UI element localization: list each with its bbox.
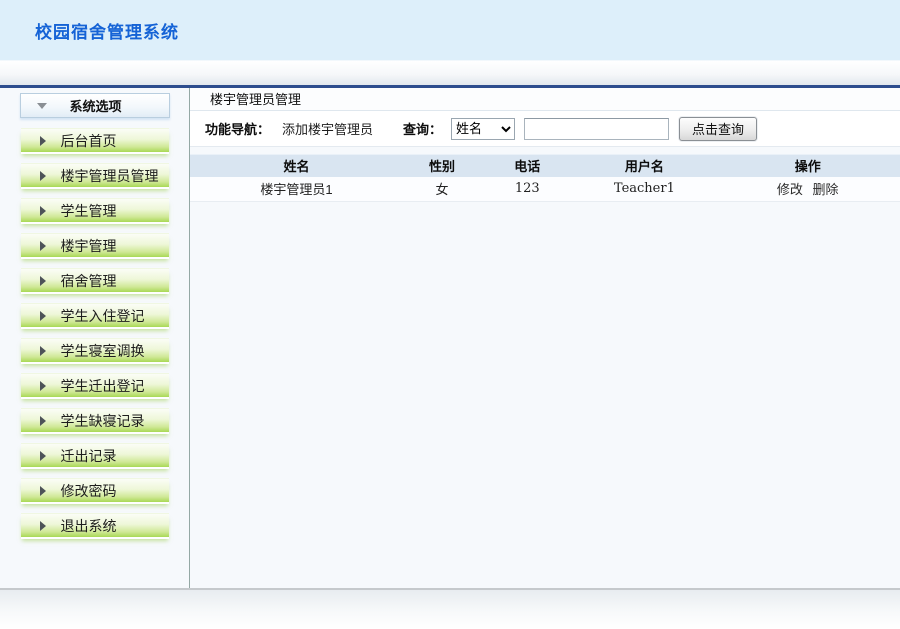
sidebar-item-student-mgmt[interactable]: 学生管理 <box>21 198 169 222</box>
column-header-username: 用户名 <box>573 155 715 177</box>
sub-header-band <box>0 60 900 85</box>
chevron-down-icon <box>37 103 47 109</box>
sidebar-header[interactable]: 系统选项 <box>20 93 170 118</box>
cell-name: 楼宇管理员1 <box>190 177 403 202</box>
sidebar-item-label: 退出系统 <box>61 516 117 536</box>
column-header-gender: 性别 <box>403 155 481 177</box>
sidebar-item-label: 学生迁出登记 <box>61 376 145 396</box>
search-input[interactable] <box>524 118 669 140</box>
search-button[interactable]: 点击查询 <box>679 117 757 141</box>
arrow-right-icon <box>40 311 46 321</box>
add-building-admin-link[interactable]: 添加楼宇管理员 <box>282 119 373 138</box>
toolbar: 功能导航： 添加楼宇管理员 查询： 姓名 点击查询 <box>190 111 900 147</box>
query-field-select[interactable]: 姓名 <box>451 118 515 140</box>
arrow-right-icon <box>40 486 46 496</box>
page: 校园宿舍管理系统 系统选项 后台首页 楼宇管理员管理 学生管 <box>0 0 900 629</box>
sidebar-item-checkin-register[interactable]: 学生入住登记 <box>21 303 169 327</box>
page-title: 楼宇管理员管理 <box>190 88 900 111</box>
column-header-actions: 操作 <box>715 155 900 177</box>
sidebar-header-label: 系统选项 <box>47 96 145 115</box>
main-panel: 楼宇管理员管理 功能导航： 添加楼宇管理员 查询： 姓名 点击查询 姓名 性别 … <box>190 88 900 588</box>
sidebar-item-label: 修改密码 <box>61 481 117 501</box>
table-row: 楼宇管理员1 女 123 Teacher1 修改 删除 <box>190 177 900 202</box>
sidebar-item-label: 宿舍管理 <box>61 271 117 291</box>
arrow-right-icon <box>40 346 46 356</box>
arrow-right-icon <box>40 206 46 216</box>
query-label: 查询： <box>403 119 442 138</box>
arrow-right-icon <box>40 241 46 251</box>
arrow-right-icon <box>40 451 46 461</box>
arrow-right-icon <box>40 171 46 181</box>
sidebar-item-absence-record[interactable]: 学生缺寝记录 <box>21 408 169 432</box>
sidebar-item-label: 后台首页 <box>61 131 117 151</box>
sidebar-menu: 后台首页 楼宇管理员管理 学生管理 楼宇管理 宿舍管理 <box>0 128 189 537</box>
function-nav-label: 功能导航： <box>205 119 270 138</box>
arrow-right-icon <box>40 136 46 146</box>
sidebar: 系统选项 后台首页 楼宇管理员管理 学生管理 楼宇管理 <box>0 88 190 588</box>
sidebar-item-label: 学生缺寝记录 <box>61 411 145 431</box>
sidebar-item-change-password[interactable]: 修改密码 <box>21 478 169 502</box>
sidebar-item-label: 学生寝室调换 <box>61 341 145 361</box>
cell-phone: 123 <box>481 177 573 202</box>
sidebar-item-logout[interactable]: 退出系统 <box>21 513 169 537</box>
sidebar-item-backend-home[interactable]: 后台首页 <box>21 128 169 152</box>
delete-link[interactable]: 删除 <box>813 182 839 197</box>
sidebar-item-building-admin-mgmt[interactable]: 楼宇管理员管理 <box>21 163 169 187</box>
edit-link[interactable]: 修改 <box>777 182 803 197</box>
app-title: 校园宿舍管理系统 <box>35 18 179 43</box>
arrow-right-icon <box>40 381 46 391</box>
cell-actions: 修改 删除 <box>715 177 900 202</box>
sidebar-item-dorm-mgmt[interactable]: 宿舍管理 <box>21 268 169 292</box>
app-header: 校园宿舍管理系统 <box>0 0 900 60</box>
footer <box>0 590 900 629</box>
arrow-right-icon <box>40 416 46 426</box>
admin-table: 姓名 性别 电话 用户名 操作 楼宇管理员1 女 123 Teacher1 <box>190 154 900 202</box>
arrow-right-icon <box>40 521 46 531</box>
sidebar-item-building-mgmt[interactable]: 楼宇管理 <box>21 233 169 257</box>
content-region: 系统选项 后台首页 楼宇管理员管理 学生管理 楼宇管理 <box>0 88 900 588</box>
sidebar-item-label: 学生入住登记 <box>61 306 145 326</box>
cell-gender: 女 <box>403 177 481 202</box>
cell-username: Teacher1 <box>573 177 715 202</box>
arrow-right-icon <box>40 276 46 286</box>
sidebar-item-label: 迁出记录 <box>61 446 117 466</box>
sidebar-item-label: 学生管理 <box>61 201 117 221</box>
table-header-row: 姓名 性别 电话 用户名 操作 <box>190 155 900 177</box>
sidebar-item-moveout-log[interactable]: 迁出记录 <box>21 443 169 467</box>
sidebar-item-label: 楼宇管理 <box>61 236 117 256</box>
sidebar-item-room-swap[interactable]: 学生寝室调换 <box>21 338 169 362</box>
column-header-phone: 电话 <box>481 155 573 177</box>
column-header-name: 姓名 <box>190 155 403 177</box>
sidebar-item-label: 楼宇管理员管理 <box>61 166 159 186</box>
sidebar-item-moveout-register[interactable]: 学生迁出登记 <box>21 373 169 397</box>
